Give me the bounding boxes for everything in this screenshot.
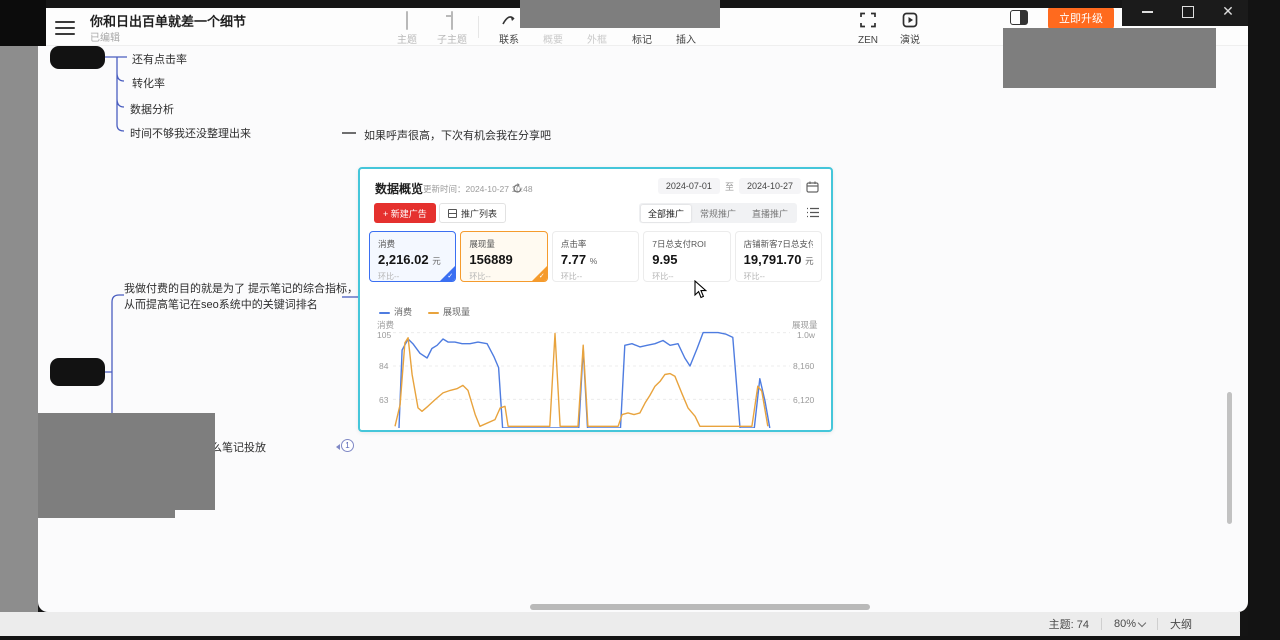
redacted-topic-node-top[interactable] — [50, 46, 105, 69]
date-separator: 至 — [725, 180, 734, 193]
toolbar-zen-button[interactable]: ZEN — [846, 12, 890, 48]
right-dark-edge — [1248, 0, 1280, 640]
toolbar-divider — [478, 16, 479, 38]
subtopic-icon — [430, 12, 474, 28]
left-tick-105: 105 — [377, 330, 391, 340]
topic-count: 主题: 74 — [1049, 616, 1089, 632]
present-play-icon — [888, 12, 932, 28]
minimize-button[interactable] — [1140, 4, 1156, 18]
right-tick-1w: 1.0w — [797, 330, 815, 340]
redacted-topic-node-mid[interactable] — [50, 358, 105, 386]
segment-live[interactable]: 直播推广 — [745, 205, 795, 222]
metric-cards: 消费 2,216.02 元 环比-- ✓ 展现量 156889 环比-- ✓ 点… — [369, 231, 822, 282]
toolbar-topic-button[interactable]: 主题 — [385, 12, 429, 48]
right-tick-6120: 6,120 — [793, 395, 814, 405]
metric-card-ctr[interactable]: 点击率 7.77 % 环比-- — [552, 231, 639, 282]
horizontal-scrollbar[interactable] — [530, 604, 870, 610]
segment-all[interactable]: 全部推广 — [641, 205, 691, 222]
redaction-bottom-left — [38, 413, 215, 510]
redaction-top-right — [1003, 28, 1216, 88]
window-controls: ✕ — [1140, 4, 1236, 18]
app-root: 你和日出百单就差一个细节 已编辑 主题 子主题 联系 概要 — [0, 0, 1280, 640]
left-tick-63: 63 — [379, 395, 388, 405]
left-gray-strip — [0, 0, 38, 628]
mindmap-node-no-time[interactable]: 时间不够我还没整理出来 — [130, 125, 251, 141]
selected-check-icon: ✓ — [532, 266, 547, 281]
trend-chart — [393, 331, 790, 428]
selected-check-icon: ✓ — [440, 266, 455, 281]
promo-list-button[interactable]: 推广列表 — [439, 203, 506, 223]
metric-list-icon[interactable] — [806, 206, 820, 219]
metric-card-roi[interactable]: 7日总支付ROI 9.95 环比-- — [643, 231, 730, 282]
toolbar-subtopic-button[interactable]: 子主题 — [430, 12, 474, 48]
bottom-dark-edge — [0, 636, 1280, 640]
promotion-type-segments: 全部推广 常规推广 直播推广 — [639, 203, 797, 223]
segment-normal[interactable]: 常规推广 — [693, 205, 743, 222]
chevron-down-icon — [1138, 618, 1146, 626]
redaction-toolbar — [520, 0, 720, 28]
relation-icon — [501, 12, 517, 28]
app-window: 你和日出百单就差一个细节 已编辑 主题 子主题 联系 概要 — [38, 8, 1248, 612]
dashboard-title: 数据概览 — [375, 180, 423, 197]
date-end[interactable]: 2024-10-27 — [739, 178, 801, 194]
redaction-bottom-left-tail — [38, 510, 175, 518]
document-edited-status: 已编辑 — [90, 29, 120, 44]
calendar-icon[interactable] — [806, 180, 819, 192]
right-tick-8160: 8,160 — [793, 361, 814, 371]
mindmap-node-ctr[interactable]: 还有点击率 — [132, 51, 187, 67]
zen-mode-icon — [846, 12, 890, 28]
metric-card-impressions[interactable]: 展现量 156889 环比-- ✓ — [460, 231, 547, 282]
topic-icon — [385, 12, 429, 28]
legend-spend[interactable]: 消费 — [379, 305, 412, 318]
refresh-icon[interactable] — [512, 181, 523, 192]
maximize-button[interactable] — [1180, 4, 1196, 18]
mindmap-callout[interactable]: 如果呼声很高，下次有机会我在分享吧 — [364, 127, 551, 143]
left-tick-84: 84 — [379, 361, 388, 371]
top-left-black-block — [0, 0, 46, 46]
vertical-scrollbar[interactable] — [1227, 392, 1232, 524]
legend-impressions[interactable]: 展现量 — [428, 305, 470, 318]
status-bar: 主题: 74 80% 大纲 — [0, 612, 1240, 636]
metric-card-payment[interactable]: 店铺新客7日总支付金额 19,791.70 元 环比-- — [735, 231, 822, 282]
format-panel-toggle-icon[interactable] — [1010, 10, 1028, 25]
document-title: 你和日出百单就差一个细节 — [90, 11, 246, 30]
embedded-dashboard-image[interactable]: 数据概览 更新时间：2024-10-27 10:48 2024-07-01 至 … — [358, 167, 833, 432]
date-range-picker: 2024-07-01 至 2024-10-27 — [658, 178, 819, 194]
outline-button[interactable]: 大纲 — [1170, 616, 1192, 632]
topic-link-badge[interactable]: 1 — [341, 439, 354, 452]
zoom-control[interactable]: 80% — [1114, 618, 1145, 630]
promo-list-icon — [448, 209, 457, 218]
metric-card-spend[interactable]: 消费 2,216.02 元 环比-- ✓ — [369, 231, 456, 282]
chart-legend: 消费 展现量 — [379, 305, 470, 318]
mindmap-node-paid-goal[interactable]: 我做付费的目的就是为了 提示笔记的综合指标， 从而提高笔记在seo系统中的关键词… — [124, 281, 358, 313]
hamburger-menu-icon[interactable] — [55, 17, 75, 35]
mindmap-node-conversion[interactable]: 转化率 — [132, 75, 165, 91]
upgrade-button[interactable]: 立即升级 — [1048, 8, 1114, 30]
mindmap-node-analysis[interactable]: 数据分析 — [130, 101, 174, 117]
toolbar-present-button[interactable]: 演说 — [888, 12, 932, 48]
date-start[interactable]: 2024-07-01 — [658, 178, 720, 194]
close-button[interactable]: ✕ — [1220, 4, 1236, 18]
new-ad-button[interactable]: + 新建广告 — [374, 203, 436, 223]
